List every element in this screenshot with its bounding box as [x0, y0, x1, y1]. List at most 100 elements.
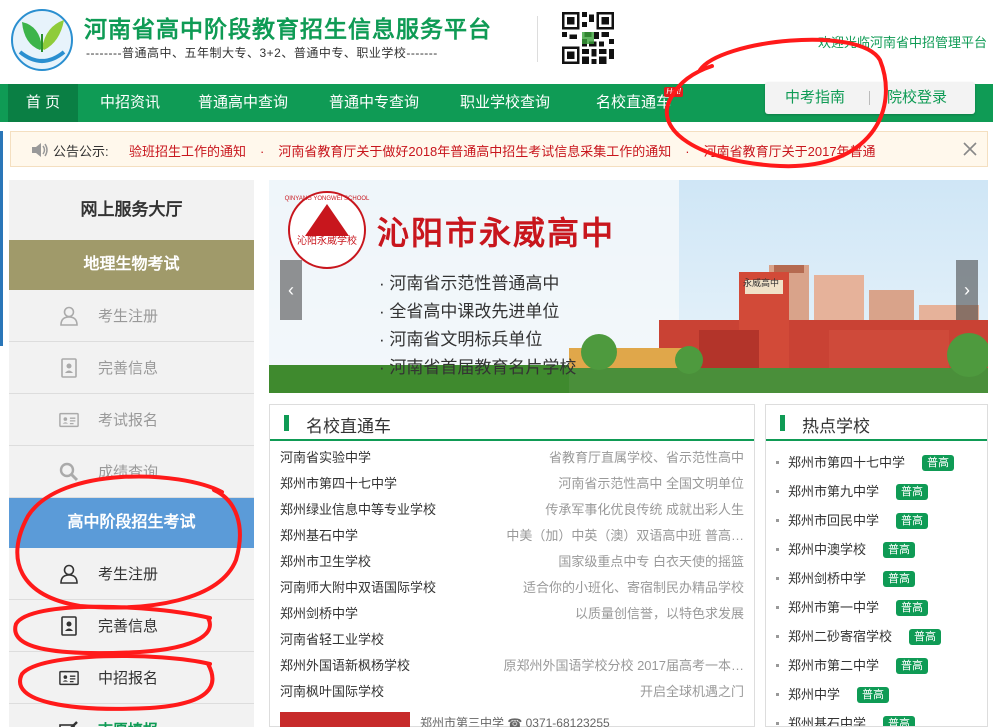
list-item[interactable]: 郑州剑桥中学 以质量创信誉，以特色求发展	[270, 601, 754, 627]
school-type-tag: 普高	[896, 658, 928, 674]
featured-school-contact: 郑州市第三中学 ☎ 0371-68123255	[420, 716, 610, 727]
banner-bullet: · 河南省示范性普通高中	[379, 274, 560, 293]
sidebar-item-enrollment-signup[interactable]: 中招报名	[9, 652, 254, 704]
banner-bullet: · 全省高中课改先进单位	[379, 302, 560, 321]
nav-high-school-query[interactable]: 普通高中查询	[198, 84, 288, 122]
nav-home[interactable]: 首 页	[8, 84, 78, 122]
sidebar-item-label: 志愿填报	[98, 719, 158, 727]
school-thumbnail[interactable]	[280, 712, 410, 727]
list-item[interactable]: 郑州绿业信息中等专业学校 传承军事化优良传统 成就出彩人生	[270, 497, 754, 523]
nav-career-school-query[interactable]: 职业学校查询	[460, 84, 550, 122]
school-banner[interactable]: 沁阳永威学校 QINYANG YONGWEI SCHOOL 沁阳市永威高中 永威…	[269, 180, 988, 393]
notice-link[interactable]: 河南省教育厅关于做好2018年普通高中招生考试信息采集工作的通知	[278, 144, 671, 159]
list-item[interactable]: 郑州市第一中学 普高	[766, 593, 987, 622]
contact-book-icon	[61, 358, 77, 378]
notice-bar: 公告公示: 验班招生工作的通知 · 河南省教育厅关于做好2018年普通高中招生考试信…	[10, 131, 988, 167]
sidebar-item-label: 成绩查询	[98, 464, 159, 481]
welcome-text: 欢迎光临河南省中招管理平台	[817, 35, 987, 50]
nav-news[interactable]: 中招资讯	[100, 84, 160, 122]
list-item[interactable]: 郑州二砂寄宿学校 普高	[766, 622, 987, 651]
sidebar-item-exam-signup[interactable]: 考试报名	[9, 394, 254, 446]
banner-logo-english: QINYANG YONGWEI SCHOOL	[285, 196, 370, 202]
sidebar-item-register[interactable]: 考生注册	[9, 290, 254, 342]
sidebar-section-high-school-exam[interactable]: 高中阶段招生考试	[9, 498, 254, 548]
notice-link[interactable]: 河南省教育厅关于2017年普通	[704, 144, 876, 159]
nav-button-divider	[869, 91, 870, 105]
school-type-tag: 普高	[883, 716, 915, 726]
panel-header-bar	[780, 415, 785, 431]
famous-schools-panel: 名校直通车 河南省实验中学 省教育厅直属学校、省示范性高中 郑州市第四十七中学 河南…	[269, 404, 755, 727]
banner-building-sign: 永威高中	[743, 278, 780, 288]
list-item[interactable]: 郑州市第二中学 普高	[766, 651, 987, 680]
list-item[interactable]: 郑州市第四十七中学 河南省示范性高中 全国文明单位	[270, 471, 754, 497]
panel-header-bar	[284, 415, 289, 431]
hot-schools-panel: 热点学校 郑州市第四十七中学 普高 郑州市第九中学 普高 郑州市回民中学 普高 郑州中…	[765, 404, 988, 727]
school-type-tag: 普高	[896, 600, 928, 616]
nav-famous-schools[interactable]: 名校直通车 Hot!	[596, 84, 684, 122]
school-login-button[interactable]: 院校登录	[887, 82, 947, 114]
search-icon	[59, 462, 79, 482]
sidebar-item-label: 考生注册	[98, 566, 159, 583]
list-item[interactable]: 郑州剑桥中学 普高	[766, 564, 987, 593]
site-title: 河南省高中阶段教育招生信息服务平台	[84, 16, 492, 42]
list-item[interactable]: 郑州市回民中学 普高	[766, 506, 987, 535]
banner-bullet: · 河南省首届教育名片学校	[379, 358, 577, 377]
list-item[interactable]: 郑州基石中学 普高	[766, 709, 987, 726]
list-item[interactable]: 河南枫叶国际学校 开启全球机遇之门	[270, 679, 754, 705]
sidebar-title: 网上服务大厅	[9, 180, 254, 240]
nav-button-group: 中考指南 院校登录	[765, 82, 975, 114]
panel-title: 名校直通车	[306, 417, 391, 436]
school-type-tag: 普高	[909, 629, 941, 645]
sidebar-item-complete-info-2[interactable]: 完善信息	[9, 600, 254, 652]
school-type-tag: 普高	[896, 484, 928, 500]
banner-prev-button[interactable]: ‹	[280, 260, 302, 320]
user-icon	[60, 564, 78, 584]
exam-guide-button[interactable]: 中考指南	[785, 82, 845, 114]
nav-famous-schools-label: 名校直通车	[596, 94, 672, 111]
banner-next-button[interactable]: ›	[956, 260, 978, 320]
list-item[interactable]: 郑州外国语新枫杨学校 原郑州外国语学校分校 2017届高考一本…	[270, 653, 754, 679]
nav-vocational-query[interactable]: 普通中专查询	[329, 84, 419, 122]
list-item[interactable]: 郑州市第九中学 普高	[766, 477, 987, 506]
contact-book-icon	[61, 616, 77, 636]
sidebar-section-geo-bio[interactable]: 地理生物考试	[9, 240, 254, 290]
school-type-tag: 普高	[883, 542, 915, 558]
id-card-icon	[59, 412, 79, 428]
list-item[interactable]: 河南省轻工业学校	[270, 627, 754, 653]
banner-logo-text: 沁阳永威学校	[297, 234, 357, 247]
list-item[interactable]: 郑州基石中学 中美（加）中英（澳）双语高中班 普高…	[270, 523, 754, 549]
sidebar-item-preference-fill[interactable]: 志愿填报	[9, 704, 254, 727]
sidebar-item-register-2[interactable]: 考生注册	[9, 548, 254, 600]
list-item[interactable]: 郑州市卫生学校 国家级重点中专 白衣天使的摇篮	[270, 549, 754, 575]
sidebar-item-complete-info[interactable]: 完善信息	[9, 342, 254, 394]
notice-separator: ·	[260, 144, 265, 159]
notice-ticker: 验班招生工作的通知 · 河南省教育厅关于做好2018年普通高中招生考试信息采集工作的…	[129, 141, 890, 160]
panel-header: 热点学校	[766, 405, 987, 441]
panel-title: 热点学校	[802, 417, 870, 436]
panel-header: 名校直通车	[270, 405, 754, 441]
school-type-tag: 普高	[896, 513, 928, 529]
sidebar-item-label: 完善信息	[98, 618, 159, 635]
list-item[interactable]: 河南省实验中学 省教育厅直属学校、省示范性高中	[270, 445, 754, 471]
sidebar-item-label: 中招报名	[98, 670, 159, 687]
sidebar-item-label: 考试报名	[98, 412, 159, 429]
list-item[interactable]: 河南师大附中双语国际学校 适合你的小班化、寄宿制民办精品学校	[270, 575, 754, 601]
left-edge-strip	[0, 131, 3, 346]
school-type-tag: 普高	[857, 687, 889, 703]
hot-school-list: 郑州市第四十七中学 普高 郑州市第九中学 普高 郑州市回民中学 普高 郑州中澳学校 普高…	[766, 441, 987, 726]
site-subtitle: --------普通高中、五年制大专、3+2、普通中专、职业学校-------	[86, 46, 438, 60]
banner-bullet: · 河南省文明标兵单位	[379, 330, 543, 349]
notice-link[interactable]: 验班招生工作的通知	[129, 144, 246, 159]
list-item[interactable]: 郑州中学 普高	[766, 680, 987, 709]
school-type-tag: 普高	[922, 455, 954, 471]
list-item[interactable]: 郑州市第四十七中学 普高	[766, 448, 987, 477]
list-item[interactable]: 郑州中澳学校 普高	[766, 535, 987, 564]
leaf-logo-icon[interactable]	[10, 8, 74, 72]
user-icon	[60, 306, 78, 326]
id-card-icon	[59, 670, 79, 686]
close-icon[interactable]	[961, 140, 979, 158]
notice-separator: ·	[685, 144, 690, 159]
sidebar-item-score-query[interactable]: 成绩查询	[9, 446, 254, 498]
pencil-icon	[59, 721, 78, 727]
service-hall-sidebar: 网上服务大厅 地理生物考试 考生注册 完善信息 考试报名 成绩查询 高中阶段招生…	[9, 180, 254, 727]
